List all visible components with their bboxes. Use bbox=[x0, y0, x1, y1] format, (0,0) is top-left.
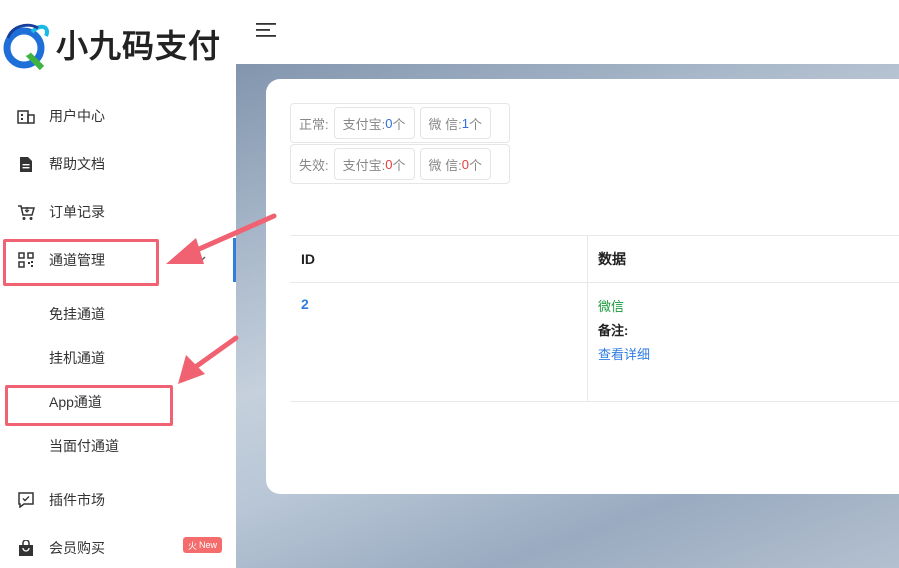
chevron-down-icon bbox=[198, 256, 206, 261]
channel-table: ID 数据 2 微信 备注: 查看详细 bbox=[290, 235, 899, 402]
unit-label: 个 bbox=[392, 116, 406, 132]
sidebar-subitem-free-channel[interactable]: 免挂通道 bbox=[0, 292, 236, 336]
sidebar-subitem-hangup-channel[interactable]: 挂机通道 bbox=[0, 336, 236, 380]
alipay-count: 0 bbox=[385, 156, 393, 172]
alipay-count: 0 bbox=[385, 115, 393, 131]
wechat-count: 1 bbox=[461, 115, 469, 131]
sidebar-item-label: 插件市场 bbox=[49, 492, 105, 508]
sidebar-item-label: 用户中心 bbox=[49, 108, 105, 124]
brand[interactable]: 小九码支付 bbox=[0, 16, 236, 72]
wechat-label: 微 信: bbox=[428, 157, 462, 173]
stat-normal-label: 正常: bbox=[299, 116, 329, 132]
alipay-label: 支付宝: bbox=[342, 116, 386, 132]
stat-invalid: 失效: 支付宝: 0 个 微 信: 0 个 bbox=[290, 144, 510, 184]
view-details-link[interactable]: 查看详细 bbox=[598, 344, 650, 363]
sidebar-subitem-facepay-channel[interactable]: 当面付通道 bbox=[0, 424, 236, 468]
sidebar-item-user-center[interactable]: 用户中心 bbox=[0, 94, 236, 138]
cart-icon bbox=[16, 202, 36, 222]
table-header-id: ID bbox=[301, 251, 315, 267]
hamburger-menu-icon[interactable] bbox=[256, 22, 276, 38]
alipay-label: 支付宝: bbox=[342, 157, 386, 173]
topbar bbox=[236, 0, 899, 64]
unit-label: 个 bbox=[392, 157, 406, 173]
wechat-count: 0 bbox=[461, 156, 469, 172]
sidebar-item-label: 帮助文档 bbox=[49, 156, 105, 172]
sidebar-subitem-label: 免挂通道 bbox=[49, 306, 105, 322]
row-divider bbox=[290, 282, 899, 283]
stat-invalid-alipay: 支付宝: 0 个 bbox=[333, 148, 415, 180]
column-divider bbox=[587, 236, 588, 402]
bag-icon bbox=[16, 538, 36, 558]
stat-invalid-wechat: 微 信: 0 个 bbox=[419, 148, 491, 180]
dragon-logo bbox=[3, 23, 49, 70]
table-header-data: 数据 bbox=[598, 251, 626, 267]
stat-invalid-label: 失效: bbox=[299, 157, 329, 173]
highlight-box-channel-management bbox=[3, 239, 159, 286]
highlight-box-app-channel bbox=[5, 385, 173, 426]
badge-label: New bbox=[199, 540, 218, 550]
stat-normal-wechat: 微 信: 1 个 bbox=[419, 107, 491, 139]
unit-label: 个 bbox=[468, 157, 482, 173]
unit-label: 个 bbox=[468, 116, 482, 132]
chat-check-icon bbox=[16, 490, 36, 510]
table-cell-type: 微信 bbox=[598, 299, 625, 314]
wechat-label: 微 信: bbox=[428, 116, 462, 132]
sidebar-item-orders[interactable]: 订单记录 bbox=[0, 190, 236, 234]
document-icon bbox=[16, 154, 36, 174]
stat-normal: 正常: 支付宝: 0 个 微 信: 1 个 bbox=[290, 103, 510, 143]
sidebar-item-label: 会员购买 bbox=[49, 540, 105, 556]
table-cell-id[interactable]: 2 bbox=[301, 296, 309, 312]
stat-normal-alipay: 支付宝: 0 个 bbox=[333, 107, 415, 139]
sidebar-subitem-label: 挂机通道 bbox=[49, 350, 105, 366]
new-badge: 火 New bbox=[183, 537, 223, 553]
table-cell-note-label: 备注: bbox=[598, 323, 629, 338]
fire-icon: 火 bbox=[188, 540, 198, 551]
sidebar-item-plugin-market[interactable]: 插件市场 bbox=[0, 478, 236, 522]
building-icon bbox=[16, 106, 36, 126]
brand-name: 小九码支付 bbox=[56, 27, 222, 65]
sidebar-subitem-label: 当面付通道 bbox=[49, 438, 119, 454]
sidebar-item-help-docs[interactable]: 帮助文档 bbox=[0, 142, 236, 186]
sidebar-item-label: 订单记录 bbox=[49, 204, 105, 220]
